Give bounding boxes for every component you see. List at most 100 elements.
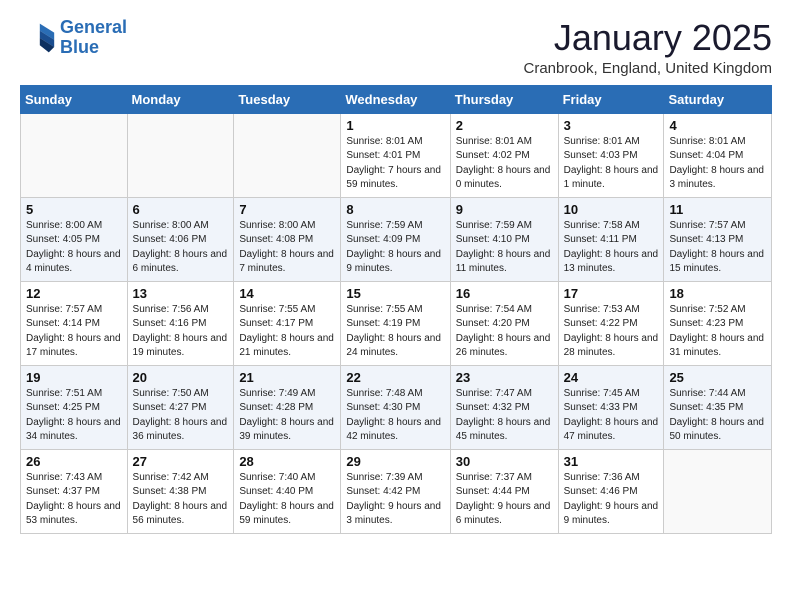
day-number: 2 (456, 118, 553, 133)
day-cell: 30 Sunrise: 7:37 AM Sunset: 4:44 PM Dayli… (450, 449, 558, 533)
day-info: Sunrise: 7:55 AM Sunset: 4:19 PM Dayligh… (346, 303, 444, 361)
day-cell: 8 Sunrise: 7:59 AM Sunset: 4:09 PM Daylig… (341, 197, 450, 281)
day-info: Sunrise: 7:40 AM Sunset: 4:40 PM Dayligh… (239, 471, 335, 529)
weekday-header-thursday: Thursday (450, 85, 558, 113)
header: General Blue January 2025 Cranbrook, Eng… (20, 18, 772, 77)
weekday-header-tuesday: Tuesday (234, 85, 341, 113)
day-number: 19 (26, 370, 122, 385)
day-info: Sunrise: 8:01 AM Sunset: 4:02 PM Dayligh… (456, 135, 553, 193)
day-info: Sunrise: 8:00 AM Sunset: 4:08 PM Dayligh… (239, 219, 335, 277)
day-cell: 27 Sunrise: 7:42 AM Sunset: 4:38 PM Dayli… (127, 449, 234, 533)
week-row-1: 1 Sunrise: 8:01 AM Sunset: 4:01 PM Daylig… (21, 113, 772, 197)
day-number: 13 (133, 286, 229, 301)
day-cell: 18 Sunrise: 7:52 AM Sunset: 4:23 PM Dayli… (664, 281, 772, 365)
day-info: Sunrise: 8:01 AM Sunset: 4:01 PM Dayligh… (346, 135, 444, 193)
week-row-4: 19 Sunrise: 7:51 AM Sunset: 4:25 PM Dayli… (21, 365, 772, 449)
day-cell: 4 Sunrise: 8:01 AM Sunset: 4:04 PM Daylig… (664, 113, 772, 197)
day-info: Sunrise: 7:54 AM Sunset: 4:20 PM Dayligh… (456, 303, 553, 361)
logo-general: General (60, 17, 127, 37)
day-number: 28 (239, 454, 335, 469)
day-cell: 6Sunrise: 8:00 AM Sunset: 4:06 PM Daylig… (127, 197, 234, 281)
day-info: Sunrise: 7:55 AM Sunset: 4:17 PM Dayligh… (239, 303, 335, 361)
day-number: 5 (26, 202, 122, 217)
weekday-header-monday: Monday (127, 85, 234, 113)
day-info: Sunrise: 7:53 AM Sunset: 4:22 PM Dayligh… (564, 303, 659, 361)
day-info: Sunrise: 7:50 AM Sunset: 4:27 PM Dayligh… (133, 387, 229, 445)
day-number: 21 (239, 370, 335, 385)
day-cell: 19 Sunrise: 7:51 AM Sunset: 4:25 PM Dayli… (21, 365, 128, 449)
day-number: 16 (456, 286, 553, 301)
day-info: Sunrise: 7:56 AM Sunset: 4:16 PM Dayligh… (133, 303, 229, 361)
day-number: 11 (669, 202, 766, 217)
day-info: Sunrise: 7:37 AM Sunset: 4:44 PM Dayligh… (456, 471, 553, 529)
day-number: 7 (239, 202, 335, 217)
day-info: Sunrise: 7:58 AM Sunset: 4:11 PM Dayligh… (564, 219, 659, 277)
day-number: 15 (346, 286, 444, 301)
weekday-header-friday: Friday (558, 85, 664, 113)
day-number: 23 (456, 370, 553, 385)
day-cell (664, 449, 772, 533)
day-number: 18 (669, 286, 766, 301)
day-info: Sunrise: 7:43 AM Sunset: 4:37 PM Dayligh… (26, 471, 122, 529)
logo-blue: Blue (60, 37, 99, 57)
day-cell: 31 Sunrise: 7:36 AM Sunset: 4:46 PM Dayli… (558, 449, 664, 533)
day-number: 24 (564, 370, 659, 385)
day-number: 20 (133, 370, 229, 385)
day-cell: 14 Sunrise: 7:55 AM Sunset: 4:17 PM Dayli… (234, 281, 341, 365)
day-number: 8 (346, 202, 444, 217)
day-info: Sunrise: 7:47 AM Sunset: 4:32 PM Dayligh… (456, 387, 553, 445)
day-info: Sunrise: 8:01 AM Sunset: 4:03 PM Dayligh… (564, 135, 659, 193)
day-cell: 26Sunrise: 7:43 AM Sunset: 4:37 PM Dayli… (21, 449, 128, 533)
day-cell: 23 Sunrise: 7:47 AM Sunset: 4:32 PM Dayli… (450, 365, 558, 449)
weekday-header-row: SundayMondayTuesdayWednesdayThursdayFrid… (21, 85, 772, 113)
day-info: Sunrise: 7:59 AM Sunset: 4:10 PM Dayligh… (456, 219, 553, 277)
day-cell: 24 Sunrise: 7:45 AM Sunset: 4:33 PM Dayli… (558, 365, 664, 449)
day-number: 27 (133, 454, 229, 469)
day-number: 4 (669, 118, 766, 133)
day-cell: 11 Sunrise: 7:57 AM Sunset: 4:13 PM Dayli… (664, 197, 772, 281)
day-info: Sunrise: 7:51 AM Sunset: 4:25 PM Dayligh… (26, 387, 122, 445)
day-cell: 17 Sunrise: 7:53 AM Sunset: 4:22 PM Dayli… (558, 281, 664, 365)
day-info: Sunrise: 7:57 AM Sunset: 4:13 PM Dayligh… (669, 219, 766, 277)
day-info: Sunrise: 7:49 AM Sunset: 4:28 PM Dayligh… (239, 387, 335, 445)
day-cell: 1 Sunrise: 8:01 AM Sunset: 4:01 PM Daylig… (341, 113, 450, 197)
day-number: 25 (669, 370, 766, 385)
day-info: Sunrise: 7:52 AM Sunset: 4:23 PM Dayligh… (669, 303, 766, 361)
week-row-3: 12Sunrise: 7:57 AM Sunset: 4:14 PM Dayli… (21, 281, 772, 365)
day-cell: 22Sunrise: 7:48 AM Sunset: 4:30 PM Dayli… (341, 365, 450, 449)
day-number: 10 (564, 202, 659, 217)
day-cell: 9 Sunrise: 7:59 AM Sunset: 4:10 PM Daylig… (450, 197, 558, 281)
day-info: Sunrise: 7:59 AM Sunset: 4:09 PM Dayligh… (346, 219, 444, 277)
day-cell: 29Sunrise: 7:39 AM Sunset: 4:42 PM Dayli… (341, 449, 450, 533)
day-cell: 21 Sunrise: 7:49 AM Sunset: 4:28 PM Dayli… (234, 365, 341, 449)
day-cell: 2 Sunrise: 8:01 AM Sunset: 4:02 PM Daylig… (450, 113, 558, 197)
day-cell (234, 113, 341, 197)
day-cell: 10 Sunrise: 7:58 AM Sunset: 4:11 PM Dayli… (558, 197, 664, 281)
day-info: Sunrise: 8:00 AM Sunset: 4:06 PM Dayligh… (133, 219, 229, 277)
day-info: Sunrise: 7:57 AM Sunset: 4:14 PM Dayligh… (26, 303, 122, 361)
day-number: 31 (564, 454, 659, 469)
day-cell: 5 Sunrise: 8:00 AM Sunset: 4:05 PM Daylig… (21, 197, 128, 281)
logo-icon (20, 20, 56, 56)
day-info: Sunrise: 7:42 AM Sunset: 4:38 PM Dayligh… (133, 471, 229, 529)
day-info: Sunrise: 7:44 AM Sunset: 4:35 PM Dayligh… (669, 387, 766, 445)
day-cell: 12Sunrise: 7:57 AM Sunset: 4:14 PM Dayli… (21, 281, 128, 365)
day-info: Sunrise: 7:45 AM Sunset: 4:33 PM Dayligh… (564, 387, 659, 445)
day-cell: 3 Sunrise: 8:01 AM Sunset: 4:03 PM Daylig… (558, 113, 664, 197)
day-cell (21, 113, 128, 197)
day-number: 17 (564, 286, 659, 301)
day-info: Sunrise: 7:36 AM Sunset: 4:46 PM Dayligh… (564, 471, 659, 529)
day-number: 1 (346, 118, 444, 133)
day-info: Sunrise: 7:48 AM Sunset: 4:30 PM Dayligh… (346, 387, 444, 445)
day-number: 30 (456, 454, 553, 469)
day-number: 14 (239, 286, 335, 301)
page: General Blue January 2025 Cranbrook, Eng… (0, 0, 792, 552)
weekday-header-saturday: Saturday (664, 85, 772, 113)
day-number: 3 (564, 118, 659, 133)
day-info: Sunrise: 8:01 AM Sunset: 4:04 PM Dayligh… (669, 135, 766, 193)
week-row-5: 26Sunrise: 7:43 AM Sunset: 4:37 PM Dayli… (21, 449, 772, 533)
day-info: Sunrise: 8:00 AM Sunset: 4:05 PM Dayligh… (26, 219, 122, 277)
day-number: 9 (456, 202, 553, 217)
day-cell: 16 Sunrise: 7:54 AM Sunset: 4:20 PM Dayli… (450, 281, 558, 365)
day-cell: 7 Sunrise: 8:00 AM Sunset: 4:08 PM Daylig… (234, 197, 341, 281)
